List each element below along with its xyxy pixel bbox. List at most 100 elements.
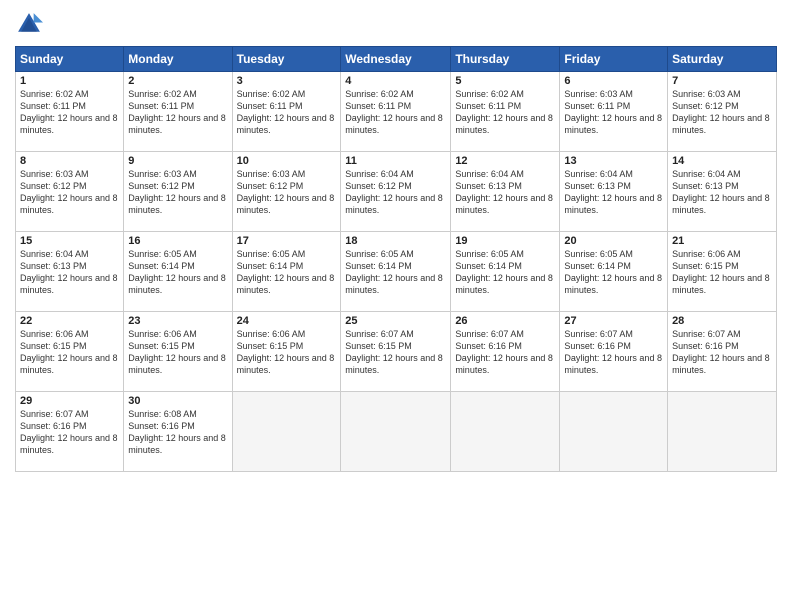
day-info: Sunrise: 6:06 AM Sunset: 6:15 PM Dayligh… — [672, 248, 772, 297]
calendar-day-cell: 3 Sunrise: 6:02 AM Sunset: 6:11 PM Dayli… — [232, 72, 341, 152]
day-number: 30 — [128, 395, 227, 407]
day-info: Sunrise: 6:03 AM Sunset: 6:11 PM Dayligh… — [564, 88, 663, 137]
calendar-day-cell: 11 Sunrise: 6:04 AM Sunset: 6:12 PM Dayl… — [341, 152, 451, 232]
day-info: Sunrise: 6:07 AM Sunset: 6:16 PM Dayligh… — [564, 328, 663, 377]
day-number: 18 — [345, 235, 446, 247]
day-number: 4 — [345, 75, 446, 87]
day-info: Sunrise: 6:05 AM Sunset: 6:14 PM Dayligh… — [345, 248, 446, 297]
day-number: 21 — [672, 235, 772, 247]
day-number: 7 — [672, 75, 772, 87]
weekday-header: Saturday — [668, 47, 777, 72]
day-number: 12 — [455, 155, 555, 167]
calendar-week-row: 15 Sunrise: 6:04 AM Sunset: 6:13 PM Dayl… — [16, 232, 777, 312]
calendar-day-cell: 1 Sunrise: 6:02 AM Sunset: 6:11 PM Dayli… — [16, 72, 124, 152]
day-number: 28 — [672, 315, 772, 327]
day-info: Sunrise: 6:05 AM Sunset: 6:14 PM Dayligh… — [564, 248, 663, 297]
day-info: Sunrise: 6:04 AM Sunset: 6:12 PM Dayligh… — [345, 168, 446, 217]
day-info: Sunrise: 6:03 AM Sunset: 6:12 PM Dayligh… — [128, 168, 227, 217]
calendar-day-cell: 12 Sunrise: 6:04 AM Sunset: 6:13 PM Dayl… — [451, 152, 560, 232]
calendar-week-row: 8 Sunrise: 6:03 AM Sunset: 6:12 PM Dayli… — [16, 152, 777, 232]
day-number: 9 — [128, 155, 227, 167]
calendar-day-cell: 16 Sunrise: 6:05 AM Sunset: 6:14 PM Dayl… — [124, 232, 232, 312]
calendar-day-cell: 20 Sunrise: 6:05 AM Sunset: 6:14 PM Dayl… — [560, 232, 668, 312]
day-info: Sunrise: 6:05 AM Sunset: 6:14 PM Dayligh… — [455, 248, 555, 297]
calendar-day-cell: 18 Sunrise: 6:05 AM Sunset: 6:14 PM Dayl… — [341, 232, 451, 312]
calendar-week-row: 29 Sunrise: 6:07 AM Sunset: 6:16 PM Dayl… — [16, 392, 777, 472]
calendar-day-cell: 17 Sunrise: 6:05 AM Sunset: 6:14 PM Dayl… — [232, 232, 341, 312]
calendar-day-cell: 8 Sunrise: 6:03 AM Sunset: 6:12 PM Dayli… — [16, 152, 124, 232]
day-info: Sunrise: 6:03 AM Sunset: 6:12 PM Dayligh… — [672, 88, 772, 137]
calendar-day-cell — [232, 392, 341, 472]
day-number: 14 — [672, 155, 772, 167]
day-number: 26 — [455, 315, 555, 327]
calendar-day-cell: 22 Sunrise: 6:06 AM Sunset: 6:15 PM Dayl… — [16, 312, 124, 392]
calendar-day-cell: 4 Sunrise: 6:02 AM Sunset: 6:11 PM Dayli… — [341, 72, 451, 152]
day-info: Sunrise: 6:06 AM Sunset: 6:15 PM Dayligh… — [237, 328, 337, 377]
calendar-day-cell — [341, 392, 451, 472]
weekday-header: Monday — [124, 47, 232, 72]
day-info: Sunrise: 6:02 AM Sunset: 6:11 PM Dayligh… — [455, 88, 555, 137]
day-number: 24 — [237, 315, 337, 327]
calendar-day-cell: 19 Sunrise: 6:05 AM Sunset: 6:14 PM Dayl… — [451, 232, 560, 312]
calendar-day-cell: 28 Sunrise: 6:07 AM Sunset: 6:16 PM Dayl… — [668, 312, 777, 392]
day-number: 27 — [564, 315, 663, 327]
page-header — [15, 10, 777, 38]
day-info: Sunrise: 6:04 AM Sunset: 6:13 PM Dayligh… — [20, 248, 119, 297]
calendar-week-row: 22 Sunrise: 6:06 AM Sunset: 6:15 PM Dayl… — [16, 312, 777, 392]
day-number: 20 — [564, 235, 663, 247]
page-container: SundayMondayTuesdayWednesdayThursdayFrid… — [0, 0, 792, 482]
day-info: Sunrise: 6:05 AM Sunset: 6:14 PM Dayligh… — [237, 248, 337, 297]
day-info: Sunrise: 6:07 AM Sunset: 6:15 PM Dayligh… — [345, 328, 446, 377]
weekday-header: Friday — [560, 47, 668, 72]
day-number: 17 — [237, 235, 337, 247]
calendar-day-cell: 26 Sunrise: 6:07 AM Sunset: 6:16 PM Dayl… — [451, 312, 560, 392]
calendar-day-cell: 5 Sunrise: 6:02 AM Sunset: 6:11 PM Dayli… — [451, 72, 560, 152]
calendar-day-cell: 27 Sunrise: 6:07 AM Sunset: 6:16 PM Dayl… — [560, 312, 668, 392]
day-number: 6 — [564, 75, 663, 87]
day-number: 29 — [20, 395, 119, 407]
day-number: 11 — [345, 155, 446, 167]
calendar-day-cell: 6 Sunrise: 6:03 AM Sunset: 6:11 PM Dayli… — [560, 72, 668, 152]
day-info: Sunrise: 6:02 AM Sunset: 6:11 PM Dayligh… — [20, 88, 119, 137]
day-info: Sunrise: 6:07 AM Sunset: 6:16 PM Dayligh… — [672, 328, 772, 377]
calendar-day-cell: 30 Sunrise: 6:08 AM Sunset: 6:16 PM Dayl… — [124, 392, 232, 472]
day-info: Sunrise: 6:04 AM Sunset: 6:13 PM Dayligh… — [672, 168, 772, 217]
day-info: Sunrise: 6:06 AM Sunset: 6:15 PM Dayligh… — [20, 328, 119, 377]
day-number: 15 — [20, 235, 119, 247]
day-number: 5 — [455, 75, 555, 87]
day-info: Sunrise: 6:04 AM Sunset: 6:13 PM Dayligh… — [455, 168, 555, 217]
day-info: Sunrise: 6:07 AM Sunset: 6:16 PM Dayligh… — [455, 328, 555, 377]
calendar-week-row: 1 Sunrise: 6:02 AM Sunset: 6:11 PM Dayli… — [16, 72, 777, 152]
calendar-day-cell: 21 Sunrise: 6:06 AM Sunset: 6:15 PM Dayl… — [668, 232, 777, 312]
calendar-day-cell — [451, 392, 560, 472]
day-info: Sunrise: 6:06 AM Sunset: 6:15 PM Dayligh… — [128, 328, 227, 377]
logo-icon — [15, 10, 43, 38]
day-info: Sunrise: 6:03 AM Sunset: 6:12 PM Dayligh… — [237, 168, 337, 217]
calendar-table: SundayMondayTuesdayWednesdayThursdayFrid… — [15, 46, 777, 472]
day-info: Sunrise: 6:02 AM Sunset: 6:11 PM Dayligh… — [128, 88, 227, 137]
day-info: Sunrise: 6:04 AM Sunset: 6:13 PM Dayligh… — [564, 168, 663, 217]
calendar-day-cell: 2 Sunrise: 6:02 AM Sunset: 6:11 PM Dayli… — [124, 72, 232, 152]
day-number: 25 — [345, 315, 446, 327]
calendar-day-cell: 10 Sunrise: 6:03 AM Sunset: 6:12 PM Dayl… — [232, 152, 341, 232]
calendar-day-cell: 9 Sunrise: 6:03 AM Sunset: 6:12 PM Dayli… — [124, 152, 232, 232]
day-info: Sunrise: 6:03 AM Sunset: 6:12 PM Dayligh… — [20, 168, 119, 217]
day-number: 8 — [20, 155, 119, 167]
day-number: 13 — [564, 155, 663, 167]
calendar-day-cell: 13 Sunrise: 6:04 AM Sunset: 6:13 PM Dayl… — [560, 152, 668, 232]
day-info: Sunrise: 6:05 AM Sunset: 6:14 PM Dayligh… — [128, 248, 227, 297]
calendar-day-cell — [560, 392, 668, 472]
calendar-day-cell — [668, 392, 777, 472]
day-number: 23 — [128, 315, 227, 327]
day-number: 22 — [20, 315, 119, 327]
day-number: 3 — [237, 75, 337, 87]
calendar-day-cell: 25 Sunrise: 6:07 AM Sunset: 6:15 PM Dayl… — [341, 312, 451, 392]
calendar-day-cell: 24 Sunrise: 6:06 AM Sunset: 6:15 PM Dayl… — [232, 312, 341, 392]
weekday-header-row: SundayMondayTuesdayWednesdayThursdayFrid… — [16, 47, 777, 72]
weekday-header: Thursday — [451, 47, 560, 72]
weekday-header: Wednesday — [341, 47, 451, 72]
calendar-day-cell: 14 Sunrise: 6:04 AM Sunset: 6:13 PM Dayl… — [668, 152, 777, 232]
logo — [15, 10, 47, 38]
day-number: 1 — [20, 75, 119, 87]
calendar-day-cell: 7 Sunrise: 6:03 AM Sunset: 6:12 PM Dayli… — [668, 72, 777, 152]
